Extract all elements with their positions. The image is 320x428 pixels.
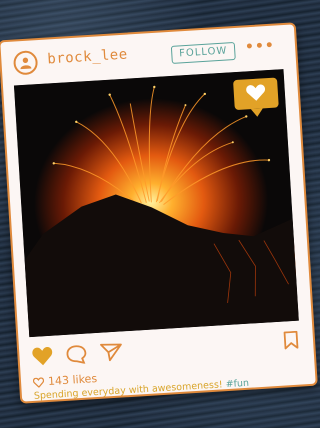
post-card: brock_lee FOLLOW ••• 143 likes Spending … xyxy=(0,22,318,404)
paper-plane-icon xyxy=(100,343,122,362)
heart-icon xyxy=(246,84,266,101)
action-bar xyxy=(31,330,302,371)
username[interactable]: brock_lee xyxy=(47,47,128,68)
bookmark-icon xyxy=(283,330,299,350)
user-icon xyxy=(20,57,32,70)
heart-filled-icon xyxy=(32,347,53,366)
share-button[interactable] xyxy=(99,341,124,366)
like-notification-badge xyxy=(233,77,279,111)
follow-button[interactable]: FOLLOW xyxy=(170,41,236,64)
comment-button[interactable] xyxy=(65,344,88,369)
like-button[interactable] xyxy=(31,346,54,371)
hashtag-link[interactable]: #fun xyxy=(225,378,249,390)
more-options-icon[interactable]: ••• xyxy=(245,38,276,56)
likes-count-text: 143 likes xyxy=(47,372,98,389)
likes-count[interactable]: 143 likes xyxy=(32,372,98,389)
heart-outline-icon xyxy=(32,377,45,389)
save-button[interactable] xyxy=(282,330,299,354)
speech-bubble-icon xyxy=(66,345,87,365)
avatar[interactable] xyxy=(12,50,39,76)
